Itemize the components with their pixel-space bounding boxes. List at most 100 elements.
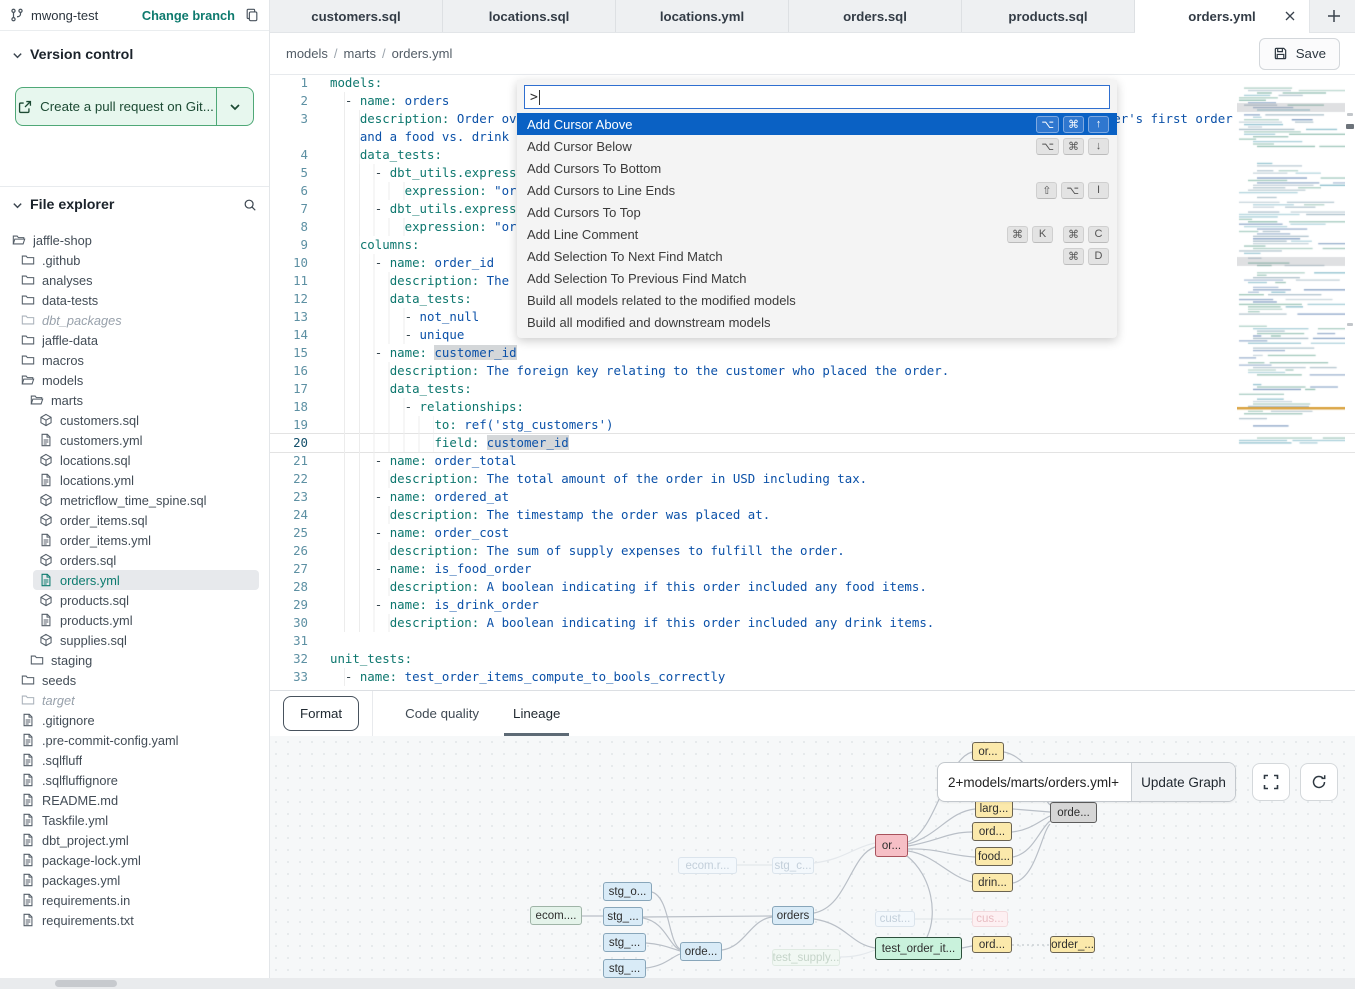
save-button[interactable]: Save: [1259, 38, 1340, 70]
file-tree-item[interactable]: requirements.txt: [0, 910, 269, 930]
code-line[interactable]: 25 - name: order_cost: [270, 524, 1355, 542]
tab-locations.yml[interactable]: locations.yml: [616, 0, 789, 32]
lineage-node[interactable]: or...: [875, 834, 908, 857]
code-line[interactable]: 32unit_tests:: [270, 650, 1355, 668]
command-item[interactable]: Build all modified and downstream models: [517, 311, 1117, 333]
code-text[interactable]: - name: customer_id: [330, 344, 1355, 362]
lineage-node[interactable]: stg_c...: [772, 857, 814, 874]
file-tree-item[interactable]: customers.sql: [0, 410, 269, 430]
lineage-node[interactable]: or...: [972, 742, 1004, 761]
file-tree-item[interactable]: orders.yml: [0, 570, 269, 590]
code-line[interactable]: 28 description: A boolean indicating if …: [270, 578, 1355, 596]
code-text[interactable]: - name: ordered_at: [330, 488, 1355, 506]
lineage-filter-input[interactable]: [938, 763, 1131, 801]
code-line[interactable]: 31: [270, 632, 1355, 650]
file-tree-item[interactable]: macros: [0, 350, 269, 370]
code-text[interactable]: unit_tests:: [330, 650, 1355, 668]
file-tree-item[interactable]: README.md: [0, 790, 269, 810]
update-graph-button[interactable]: Update Graph: [1131, 763, 1235, 801]
file-tree-item[interactable]: .gitignore: [0, 710, 269, 730]
breadcrumb-segment[interactable]: models: [286, 46, 328, 61]
file-tree-item[interactable]: .sqlfluffignore: [0, 770, 269, 790]
lineage-node[interactable]: test_order_it...: [875, 937, 962, 960]
code-line[interactable]: 19 to: ref('stg_customers'): [270, 416, 1355, 434]
code-line[interactable]: 17 data_tests:: [270, 380, 1355, 398]
file-tree-item[interactable]: models: [0, 370, 269, 390]
lineage-node[interactable]: orde...: [680, 942, 722, 961]
minimap[interactable]: [1237, 85, 1345, 445]
lineage-canvas[interactable]: ecom....stg_o...stg_...stg_...stg_...ord…: [270, 736, 1355, 978]
code-text[interactable]: description: The sum of supply expenses …: [330, 542, 1355, 560]
lineage-node[interactable]: ord...: [972, 936, 1012, 953]
breadcrumb[interactable]: models/marts/orders.yml: [286, 46, 452, 61]
lineage-node[interactable]: orde...: [1050, 802, 1097, 823]
code-text[interactable]: description: A boolean indicating if thi…: [330, 578, 1355, 596]
breadcrumb-segment[interactable]: orders.yml: [392, 46, 453, 61]
file-tree-item[interactable]: jaffle-data: [0, 330, 269, 350]
file-tree-item[interactable]: dbt_project.yml: [0, 830, 269, 850]
file-tree-item[interactable]: products.yml: [0, 610, 269, 630]
version-control-header[interactable]: Version control: [0, 44, 269, 66]
code-text[interactable]: - relationships:: [330, 398, 1355, 416]
code-text[interactable]: description: A boolean indicating if thi…: [330, 614, 1355, 632]
file-tree-item[interactable]: orders.sql: [0, 550, 269, 570]
tab-orders.sql[interactable]: orders.sql: [789, 0, 962, 32]
code-text[interactable]: - name: order_total: [330, 452, 1355, 470]
lineage-node[interactable]: test_supply...: [772, 949, 840, 966]
file-tree-item[interactable]: .pre-commit-config.yaml: [0, 730, 269, 750]
lineage-node[interactable]: ord...: [972, 822, 1012, 841]
command-item[interactable]: Add Cursor Above⌥⌘↑: [517, 113, 1117, 135]
lineage-node[interactable]: drin...: [972, 873, 1013, 892]
file-tree-item[interactable]: supplies.sql: [0, 630, 269, 650]
breadcrumb-segment[interactable]: marts: [344, 46, 377, 61]
lineage-node[interactable]: cus...: [972, 911, 1008, 927]
file-explorer-header[interactable]: File explorer: [0, 194, 269, 216]
editor-scrollbar[interactable]: [1345, 75, 1355, 690]
file-tree-item[interactable]: marts: [0, 390, 269, 410]
file-tree-item[interactable]: requirements.in: [0, 890, 269, 910]
file-tree-item[interactable]: order_items.yml: [0, 530, 269, 550]
file-tree-item[interactable]: staging: [0, 650, 269, 670]
code-line[interactable]: 21 - name: order_total: [270, 452, 1355, 470]
code-text[interactable]: - name: order_cost: [330, 524, 1355, 542]
copy-icon[interactable]: [245, 8, 259, 22]
code-text[interactable]: data_tests:: [330, 380, 1355, 398]
file-tree-item[interactable]: jaffle-shop: [0, 230, 269, 250]
file-tree-item[interactable]: dbt_packages: [0, 310, 269, 330]
code-line[interactable]: 22 description: The total amount of the …: [270, 470, 1355, 488]
create-pr-button[interactable]: Create a pull request on Git...: [15, 87, 254, 126]
code-text[interactable]: field: customer_id: [330, 434, 1355, 452]
code-line[interactable]: 20 field: customer_id: [270, 434, 1355, 452]
close-icon[interactable]: [1284, 10, 1296, 22]
lineage-node[interactable]: stg_o...: [603, 882, 652, 901]
scrollbar-thumb[interactable]: [55, 980, 117, 987]
command-item[interactable]: Add Cursors to Line Ends⇧⌥I: [517, 179, 1117, 201]
format-button[interactable]: Format: [283, 696, 359, 731]
bottom-tab-lineage[interactable]: Lineage: [511, 691, 562, 736]
lineage-node[interactable]: stg_...: [603, 933, 646, 952]
command-item[interactable]: Add Line Comment⌘K⌘C: [517, 223, 1117, 245]
code-line[interactable]: 16 description: The foreign key relating…: [270, 362, 1355, 380]
code-text[interactable]: - name: is_drink_order: [330, 596, 1355, 614]
code-text[interactable]: description: The foreign key relating to…: [330, 362, 1355, 380]
file-tree-item[interactable]: seeds: [0, 670, 269, 690]
lineage-node[interactable]: food...: [975, 847, 1013, 866]
fullscreen-button[interactable]: [1252, 763, 1290, 801]
file-tree-item[interactable]: .sqlfluff: [0, 750, 269, 770]
refresh-button[interactable]: [1300, 763, 1338, 801]
code-line[interactable]: 30 description: A boolean indicating if …: [270, 614, 1355, 632]
code-line[interactable]: 15 - name: customer_id: [270, 344, 1355, 362]
code-line[interactable]: 18 - relationships:: [270, 398, 1355, 416]
file-tree-item[interactable]: metricflow_time_spine.sql: [0, 490, 269, 510]
code-text[interactable]: - name: test_order_items_compute_to_bool…: [330, 668, 1355, 686]
lineage-node[interactable]: stg_...: [603, 959, 646, 978]
file-tree-item[interactable]: target: [0, 690, 269, 710]
file-tree-item[interactable]: order_items.sql: [0, 510, 269, 530]
code-text[interactable]: description: The timestamp the order was…: [330, 506, 1355, 524]
lineage-node[interactable]: orders: [772, 906, 814, 925]
file-tree-item[interactable]: locations.sql: [0, 450, 269, 470]
file-tree-item[interactable]: data-tests: [0, 290, 269, 310]
file-tree-item[interactable]: products.sql: [0, 590, 269, 610]
code-line[interactable]: 29 - name: is_drink_order: [270, 596, 1355, 614]
command-item[interactable]: Add Cursor Below⌥⌘↓: [517, 135, 1117, 157]
